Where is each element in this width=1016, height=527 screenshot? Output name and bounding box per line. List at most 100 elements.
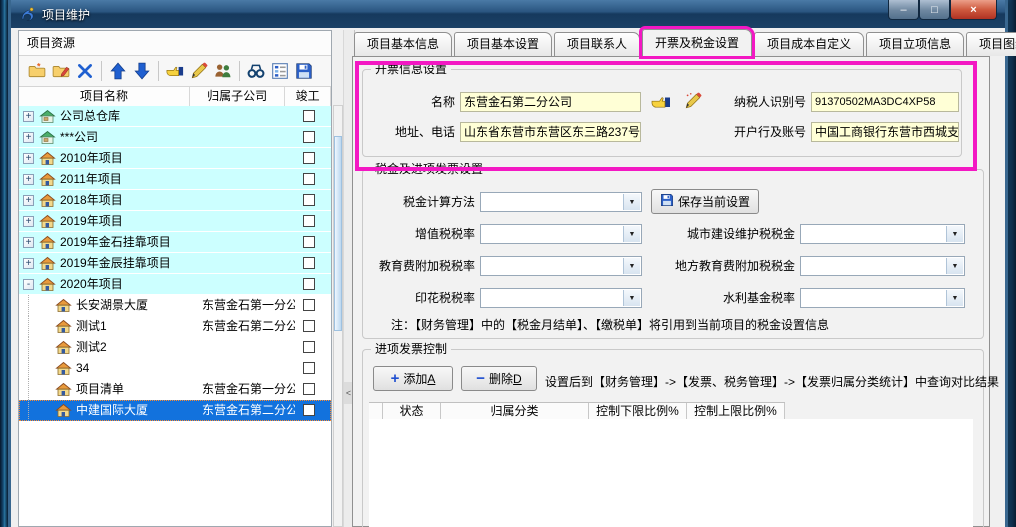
- completion-checkbox[interactable]: [303, 383, 315, 395]
- save-floppy-icon[interactable]: [292, 59, 316, 83]
- tree-expander-icon[interactable]: +: [23, 153, 34, 164]
- completion-checkbox[interactable]: [303, 131, 315, 143]
- tax-dropdown[interactable]: ▼: [800, 256, 965, 276]
- column-header-1[interactable]: 项目名称: [19, 87, 190, 107]
- tree-expander-icon[interactable]: +: [23, 237, 34, 248]
- find-binoculars-icon[interactable]: [244, 59, 268, 83]
- add-button[interactable]: + 添加A: [373, 366, 453, 391]
- address-input[interactable]: 山东省东营市东营区东三路237号: [460, 122, 641, 142]
- tree-expander-icon[interactable]: +: [23, 258, 34, 269]
- completion-checkbox[interactable]: [303, 236, 315, 248]
- new-folder-icon[interactable]: *: [25, 59, 49, 83]
- completion-checkbox[interactable]: [303, 320, 315, 332]
- maximize-button[interactable]: □: [919, 0, 950, 20]
- delete-x-icon[interactable]: [73, 59, 97, 83]
- group-title: 税金及进项发票设置: [371, 162, 487, 176]
- tree-row[interactable]: + 2019年项目: [19, 211, 331, 232]
- name-input[interactable]: 东营金石第二分公司: [460, 92, 641, 112]
- tree-row[interactable]: - 2020年项目: [19, 274, 331, 295]
- tab-4[interactable]: 开票及税金设置: [642, 29, 752, 56]
- bank-input[interactable]: 中国工商银行东营市西城支行 1: [811, 122, 959, 142]
- control-column-2[interactable]: 状态: [383, 403, 441, 420]
- tab-7[interactable]: 项目图纸: [966, 32, 1016, 56]
- minimize-button[interactable]: –: [888, 0, 919, 20]
- completion-checkbox[interactable]: [303, 341, 315, 353]
- modify-pencil-icon[interactable]: [187, 59, 211, 83]
- tax-dropdown[interactable]: ▼: [800, 288, 965, 308]
- invoice-info-group: 开票信息设置 名称 东营金石第二分公司 纳税人识别号 91370502MA3DC…: [362, 69, 962, 157]
- assign-hand-icon[interactable]: [163, 59, 187, 83]
- completion-checkbox[interactable]: [303, 299, 315, 311]
- tree-row[interactable]: 项目清单 东营金石第一分公: [19, 379, 331, 400]
- tree-row[interactable]: 中建国际大厦 东营金石第二分公: [19, 400, 331, 421]
- tree-expander-icon[interactable]: -: [23, 279, 34, 290]
- tree-row[interactable]: + 2010年项目: [19, 148, 331, 169]
- control-table-body[interactable]: [369, 419, 973, 527]
- control-column-1[interactable]: [369, 403, 383, 420]
- tree-connector: [28, 400, 29, 421]
- tree-scrollbar[interactable]: [333, 105, 343, 527]
- tree-expander-icon[interactable]: +: [23, 132, 34, 143]
- completion-checkbox[interactable]: [303, 404, 315, 416]
- tree-row[interactable]: 长安湖景大厦 东营金石第一分公: [19, 295, 331, 316]
- edit-folder-icon[interactable]: [49, 59, 73, 83]
- completion-checkbox[interactable]: [303, 110, 315, 122]
- tree-row[interactable]: + 2011年项目: [19, 169, 331, 190]
- completion-checkbox[interactable]: [303, 257, 315, 269]
- toolbar-separator: [239, 61, 240, 81]
- tax-dropdown[interactable]: ▼: [480, 288, 642, 308]
- control-column-4[interactable]: 控制下限比例%: [589, 403, 687, 420]
- tree-expander-icon[interactable]: +: [23, 195, 34, 206]
- column-header-3[interactable]: 竣工: [285, 87, 331, 107]
- tree-row[interactable]: 34: [19, 358, 331, 379]
- project-icon: [39, 213, 56, 230]
- window-title: 项目维护: [42, 6, 90, 23]
- edit-invoice-pencil-icon[interactable]: [681, 90, 705, 112]
- tab-5[interactable]: 项目成本自定义: [754, 32, 864, 56]
- tab-3[interactable]: 项目联系人: [554, 32, 640, 56]
- project-icon: [39, 108, 56, 125]
- completion-checkbox[interactable]: [303, 362, 315, 374]
- scrollbar-thumb[interactable]: [334, 136, 342, 331]
- move-down-icon[interactable]: [130, 59, 154, 83]
- tree-row[interactable]: + 公司总仓库: [19, 106, 331, 127]
- tree-row[interactable]: + 2019年金辰挂靠项目: [19, 253, 331, 274]
- tax-dropdown[interactable]: ▼: [800, 224, 965, 244]
- users-icon[interactable]: [211, 59, 235, 83]
- pick-company-hand-icon[interactable]: [649, 91, 673, 113]
- tree-connector: [28, 295, 29, 316]
- save-current-settings-button[interactable]: 保存当前设置: [651, 189, 759, 214]
- tree-item-label: 34: [76, 358, 89, 379]
- tax-dropdown[interactable]: ▼: [480, 256, 642, 276]
- completion-checkbox[interactable]: [303, 173, 315, 185]
- toolbar-separator: [158, 61, 159, 81]
- move-up-icon[interactable]: [106, 59, 130, 83]
- control-column-5[interactable]: 控制上限比例%: [687, 403, 785, 420]
- dropdown-arrow-icon: ▼: [623, 194, 640, 210]
- tax-dropdown[interactable]: ▼: [480, 192, 642, 212]
- taxid-input[interactable]: 91370502MA3DC4XP58: [811, 92, 959, 112]
- tab-6[interactable]: 项目立项信息: [866, 32, 964, 56]
- completion-checkbox[interactable]: [303, 194, 315, 206]
- tree-expander-icon[interactable]: +: [23, 174, 34, 185]
- completion-checkbox[interactable]: [303, 152, 315, 164]
- column-header-2[interactable]: 归属子公司: [190, 87, 285, 107]
- tree-row[interactable]: + 2018年项目: [19, 190, 331, 211]
- completion-checkbox[interactable]: [303, 215, 315, 227]
- tax-dropdown[interactable]: ▼: [480, 224, 642, 244]
- tree-row[interactable]: + 2019年金石挂靠项目: [19, 232, 331, 253]
- tree-row[interactable]: 测试1 东营金石第二分公: [19, 316, 331, 337]
- tab-2[interactable]: 项目基本设置: [454, 32, 552, 56]
- tab-1[interactable]: 项目基本信息: [354, 32, 452, 56]
- tree-expander-icon[interactable]: +: [23, 216, 34, 227]
- completion-checkbox[interactable]: [303, 278, 315, 290]
- tree-row[interactable]: 测试2: [19, 337, 331, 358]
- tax-field-label: 税金计算方法: [363, 192, 475, 212]
- delete-button[interactable]: − 删除D: [461, 366, 537, 391]
- tree-expander-icon[interactable]: +: [23, 111, 34, 122]
- title-bar[interactable]: 项目维护 – □ ×: [11, 0, 1005, 28]
- close-button[interactable]: ×: [950, 0, 997, 20]
- control-column-3[interactable]: 归属分类: [441, 403, 589, 420]
- tree-row[interactable]: + ***公司: [19, 127, 331, 148]
- options-list-icon[interactable]: [268, 59, 292, 83]
